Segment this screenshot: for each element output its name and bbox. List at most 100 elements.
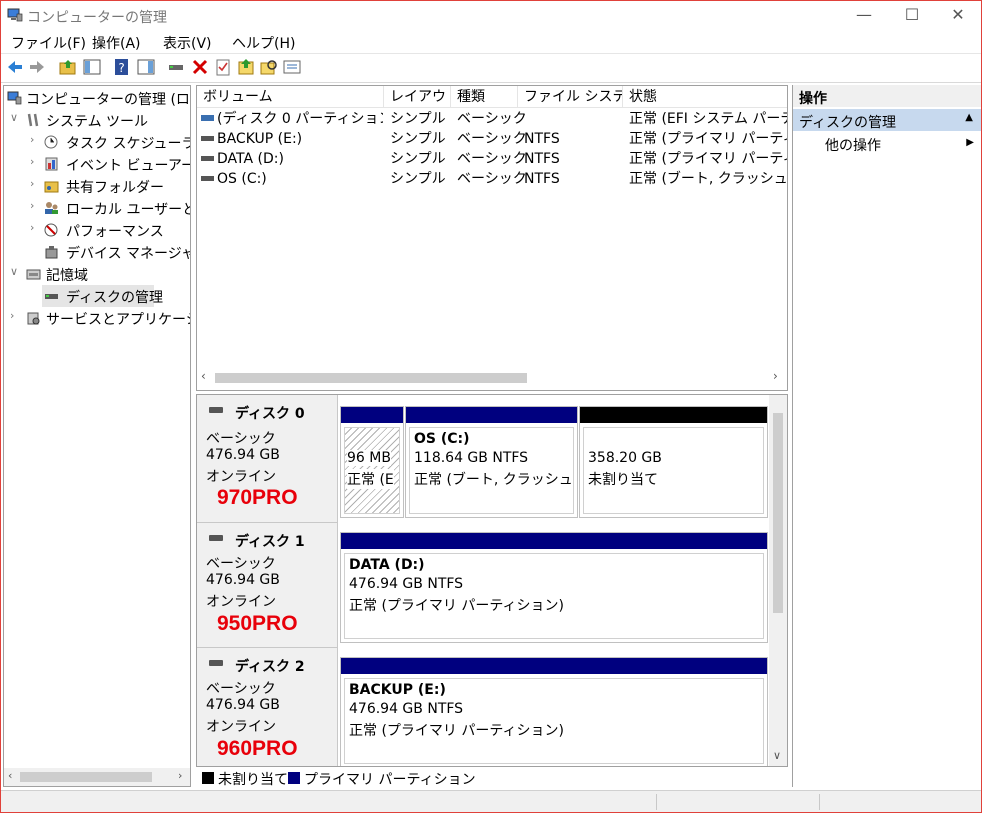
- forward-icon[interactable]: [28, 58, 46, 76]
- event-viewer-icon: [45, 157, 58, 171]
- partition-os-c[interactable]: OS (C:) 118.64 GB NTFS 正常 (ブート, クラッシュ ダ: [405, 406, 578, 518]
- performance-icon: [44, 223, 58, 237]
- disk-1-label[interactable]: ディスク 1 ベーシック 476.94 GB オンライン 950PRO: [197, 523, 338, 648]
- more-actions-item[interactable]: 他の操作: [825, 135, 881, 155]
- collapse-arrow-icon[interactable]: ∨: [10, 265, 22, 278]
- tree-item-performance[interactable]: › パフォーマンス: [4, 219, 190, 241]
- refresh-icon[interactable]: [237, 58, 255, 76]
- menu-help[interactable]: ヘルプ(H): [232, 33, 295, 53]
- scrollbar-thumb[interactable]: [20, 772, 152, 782]
- column-header-volume[interactable]: ボリューム: [197, 86, 384, 108]
- tree-item-task-scheduler[interactable]: › タスク スケジューラ: [4, 131, 190, 153]
- partition-bar: [341, 407, 403, 423]
- tree-item-services-apps[interactable]: › サービスとアプリケーション: [4, 307, 190, 329]
- volume-icon: [201, 156, 214, 161]
- expand-arrow-icon[interactable]: ›: [30, 155, 42, 168]
- minimize-button[interactable]: —: [841, 1, 887, 31]
- scroll-left-icon[interactable]: ‹: [8, 769, 12, 782]
- tree-label-device-manager: デバイス マネージャー: [66, 246, 190, 262]
- volume-filesystem: NTFS: [524, 151, 560, 167]
- table-row[interactable]: DATA (D:) シンプル ベーシック NTFS 正常 (プライマリ パーティ…: [197, 149, 787, 169]
- table-row[interactable]: BACKUP (E:) シンプル ベーシック NTFS 正常 (プライマリ パー…: [197, 129, 787, 149]
- tree-label-disk-management: ディスクの管理: [66, 290, 164, 306]
- partition-efi[interactable]: 96 MB 正常 (E: [340, 406, 404, 518]
- scroll-right-icon[interactable]: ›: [178, 769, 182, 782]
- close-button[interactable]: ✕: [935, 1, 981, 31]
- volume-layout: シンプル: [390, 171, 446, 187]
- partition-unallocated[interactable]: 358.20 GB 未割り当て: [579, 406, 768, 518]
- partition-data-d[interactable]: DATA (D:) 476.94 GB NTFS 正常 (プライマリ パーティシ…: [340, 532, 768, 643]
- expand-arrow-icon[interactable]: ›: [30, 177, 42, 190]
- disk-size: 476.94 GB: [206, 572, 280, 588]
- tree-item-storage[interactable]: ∨ 記憶域: [4, 263, 190, 285]
- tree-item-disk-management[interactable]: ディスクの管理: [42, 285, 163, 307]
- tree-item-event-viewer[interactable]: › イベント ビューアー: [4, 153, 190, 175]
- disk-type: ベーシック: [206, 431, 276, 447]
- scrollbar-thumb[interactable]: [215, 373, 527, 383]
- connect-drive-icon[interactable]: [167, 58, 185, 76]
- search-icon[interactable]: [260, 58, 278, 76]
- menu-file[interactable]: ファイル(F): [11, 33, 86, 53]
- table-row[interactable]: OS (C:) シンプル ベーシック NTFS 正常 (ブート, クラッシュ ダ…: [197, 169, 787, 189]
- tree-item-shared-folders[interactable]: › 共有フォルダー: [4, 175, 190, 197]
- disk-0-label[interactable]: ディスク 0 ベーシック 476.94 GB オンライン 970PRO: [197, 395, 338, 523]
- show-hide-action-icon[interactable]: [137, 58, 155, 76]
- tree-item-root[interactable]: コンピューターの管理 (ローカ: [4, 87, 190, 109]
- column-header-type[interactable]: 種類: [451, 86, 518, 108]
- collapse-arrow-icon[interactable]: ∨: [10, 111, 22, 124]
- expand-arrow-icon[interactable]: ›: [30, 199, 42, 212]
- help-icon[interactable]: ?: [113, 58, 131, 76]
- scroll-left-icon[interactable]: ‹: [201, 369, 206, 383]
- disk-2-label[interactable]: ディスク 2 ベーシック 476.94 GB オンライン 960PRO: [197, 648, 338, 766]
- partition-size: 476.94 GB NTFS: [349, 701, 464, 717]
- partition-body: BACKUP (E:) 476.94 GB NTFS 正常 (プライマリ パーテ…: [344, 678, 764, 764]
- list-icon[interactable]: [283, 58, 301, 76]
- menu-view[interactable]: 表示(V): [163, 33, 212, 53]
- column-header-status[interactable]: 状態: [623, 86, 787, 108]
- tree-horizontal-scrollbar[interactable]: ‹ ›: [4, 768, 190, 786]
- scroll-down-icon[interactable]: ∨: [773, 749, 781, 762]
- partition-size: 476.94 GB NTFS: [349, 576, 464, 592]
- actions-section-disk-management[interactable]: ディスクの管理 ▲: [793, 109, 981, 131]
- column-header-filesystem[interactable]: ファイル システム: [518, 86, 623, 108]
- expand-arrow-icon[interactable]: ›: [30, 221, 42, 234]
- partition-body: DATA (D:) 476.94 GB NTFS 正常 (プライマリ パーティシ…: [344, 553, 764, 639]
- back-icon[interactable]: [6, 58, 24, 76]
- tree-item-local-users[interactable]: › ローカル ユーザーとグ: [4, 197, 190, 219]
- expand-arrow-icon[interactable]: ›: [10, 309, 22, 322]
- tree-item-system-tools[interactable]: ∨ システム ツール: [4, 109, 190, 131]
- disk-name: ディスク 0: [235, 406, 305, 422]
- submenu-arrow-icon[interactable]: ▶: [966, 137, 974, 148]
- volume-horizontal-scrollbar[interactable]: ‹ ›: [197, 368, 787, 388]
- partition-backup-e[interactable]: BACKUP (E:) 476.94 GB NTFS 正常 (プライマリ パーテ…: [340, 657, 768, 766]
- disk-model-annotation: 950PRO: [217, 612, 298, 635]
- disk-type: ベーシック: [206, 681, 276, 697]
- volume-layout: シンプル: [390, 111, 446, 127]
- table-row[interactable]: (ディスク 0 パーティション 1) シンプル ベーシック 正常 (EFI シス…: [197, 109, 787, 129]
- menu-bar: ファイル(F) 操作(A) 表示(V) ヘルプ(H): [1, 31, 981, 53]
- up-folder-icon[interactable]: [59, 58, 77, 76]
- disk-view-vertical-scrollbar[interactable]: ∨: [769, 395, 787, 766]
- volume-name: BACKUP (E:): [217, 131, 303, 147]
- services-icon: [27, 312, 40, 325]
- volume-layout: シンプル: [390, 131, 446, 147]
- expand-arrow-icon[interactable]: ›: [30, 133, 42, 146]
- legend-unallocated-label: 未割り当て: [218, 772, 288, 788]
- legend-primary-label: プライマリ パーティション: [304, 772, 476, 788]
- delete-icon[interactable]: [191, 58, 209, 76]
- menu-action[interactable]: 操作(A): [92, 33, 141, 53]
- volume-status: 正常 (プライマリ パーティシ: [629, 151, 787, 167]
- actions-section-label: ディスクの管理: [799, 115, 897, 131]
- collapse-triangle-icon[interactable]: ▲: [965, 112, 973, 123]
- scroll-right-icon[interactable]: ›: [773, 369, 778, 383]
- volume-name: (ディスク 0 パーティション 1): [217, 111, 383, 127]
- tree-item-device-manager[interactable]: デバイス マネージャー: [4, 241, 190, 263]
- tree-label-event-viewer: イベント ビューアー: [66, 158, 191, 174]
- scrollbar-thumb[interactable]: [773, 413, 783, 613]
- column-header-layout[interactable]: レイアウト: [384, 86, 451, 108]
- properties-icon[interactable]: [214, 58, 232, 76]
- maximize-button[interactable]: ☐: [889, 1, 935, 31]
- disk-size: 476.94 GB: [206, 697, 280, 713]
- partition-body: 96 MB 正常 (E: [344, 427, 400, 514]
- show-hide-tree-icon[interactable]: [83, 58, 101, 76]
